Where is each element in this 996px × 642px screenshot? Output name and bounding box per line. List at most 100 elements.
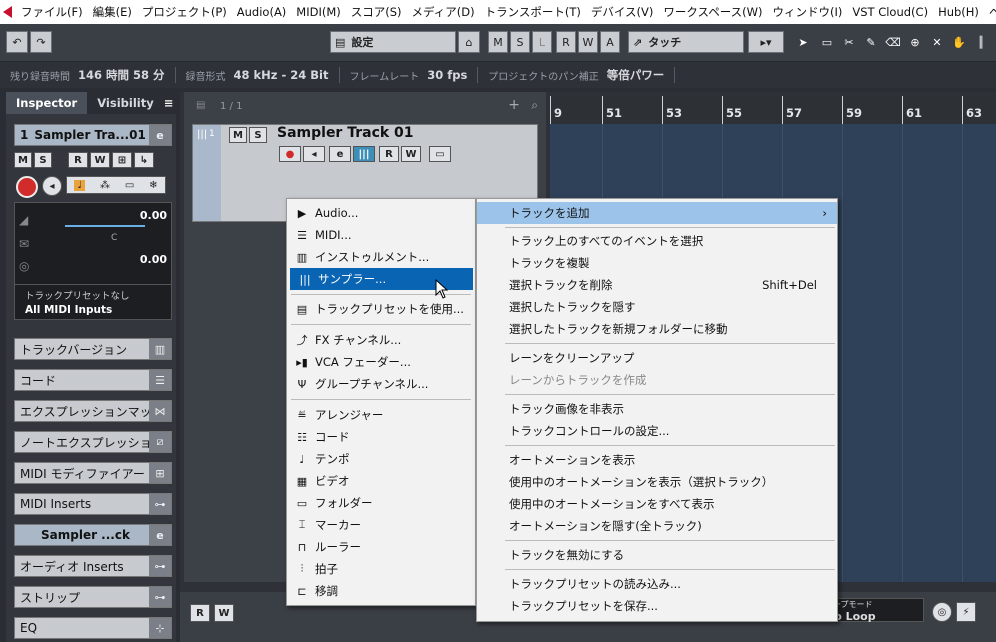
add-track-icon[interactable]: + bbox=[508, 97, 520, 113]
ctx-hide-tracks[interactable]: 選択したトラックを隠す bbox=[477, 296, 837, 318]
read-button[interactable]: R bbox=[68, 152, 88, 168]
ctx-disable-track[interactable]: トラックを無効にする bbox=[477, 544, 837, 566]
track-list-icon[interactable]: ▤ bbox=[196, 100, 205, 111]
camera-icon[interactable]: ⌂ bbox=[458, 31, 480, 53]
menu-score[interactable]: スコア(S) bbox=[346, 4, 407, 20]
ctx-move-to-folder[interactable]: 選択したトラックを新規フォルダーに移動 bbox=[477, 318, 837, 340]
track-record-icon[interactable]: ● bbox=[279, 146, 301, 162]
submenu-signature[interactable]: ⫶ 拍子 bbox=[287, 558, 475, 580]
solo-all-button[interactable]: S bbox=[510, 31, 530, 53]
nudge-icon[interactable]: ▸▾ bbox=[748, 31, 784, 53]
inspector-track-name[interactable]: 1 Sampler Tra...01 e bbox=[14, 124, 172, 146]
track-mute-button[interactable]: M bbox=[229, 127, 247, 143]
track-read-button[interactable]: R bbox=[379, 146, 399, 162]
rec-format-value[interactable]: 48 kHz - 24 Bit bbox=[234, 68, 329, 82]
range-tool-icon[interactable]: ▭ bbox=[816, 31, 838, 53]
submenu-vca-fader[interactable]: ▸▮ VCA フェーダー... bbox=[287, 351, 475, 373]
section-track-versions[interactable]: トラックバージョン ▥ bbox=[14, 338, 172, 360]
track-edit-icon[interactable]: e bbox=[329, 146, 351, 162]
output-icon[interactable]: ↳ bbox=[134, 152, 154, 168]
section-audio-inserts[interactable]: オーディオ Inserts ⊶ bbox=[14, 555, 172, 577]
ctx-add-track[interactable]: トラックを追加 › bbox=[477, 202, 837, 224]
submenu-transpose[interactable]: ⊏ 移調 bbox=[287, 580, 475, 602]
menu-help[interactable]: ヘルプ(L) bbox=[984, 4, 996, 20]
section-expression-map[interactable]: エクスプレッションマップ ⋈ bbox=[14, 400, 172, 422]
lane-icon[interactable]: ▭ bbox=[125, 180, 134, 191]
note-icon[interactable]: ♩ bbox=[74, 179, 86, 191]
menu-file[interactable]: ファイル(F) bbox=[16, 4, 88, 20]
listen-all-button[interactable]: L bbox=[532, 31, 552, 53]
automation-all-button[interactable]: A bbox=[600, 31, 620, 53]
section-midi-inserts[interactable]: MIDI Inserts ⊶ bbox=[14, 493, 172, 515]
automation-mode-dropdown[interactable]: ⇗ タッチ bbox=[628, 31, 744, 53]
ctx-show-used-automation-all[interactable]: 使用中のオートメーションをすべて表示 bbox=[477, 493, 837, 515]
ctx-show-used-automation-selected[interactable]: 使用中のオートメーションを表示（選択トラック） bbox=[477, 471, 837, 493]
monitor-icon[interactable]: ◂ bbox=[42, 176, 62, 196]
menu-transport[interactable]: トランスポート(T) bbox=[480, 4, 586, 20]
submenu-midi[interactable]: ☰ MIDI... bbox=[287, 224, 475, 246]
submenu-folder[interactable]: ▭ フォルダー bbox=[287, 492, 475, 514]
undo-icon[interactable]: ↶ bbox=[6, 31, 28, 53]
section-eq[interactable]: EQ ⊹ bbox=[14, 617, 172, 639]
section-note-expression[interactable]: ノートエクスプレッション ⧄ bbox=[14, 431, 172, 453]
ctx-save-track-preset[interactable]: トラックプリセットを保存... bbox=[477, 595, 837, 617]
track-lanes-icon[interactable]: ▭ bbox=[429, 146, 451, 162]
split-tool-icon[interactable]: ✂ bbox=[838, 31, 860, 53]
trigger-icon[interactable]: ⚡ bbox=[956, 602, 976, 622]
solo-button[interactable]: S bbox=[34, 152, 52, 168]
volume-fader[interactable] bbox=[65, 225, 145, 227]
submenu-arranger[interactable]: ≝ アレンジャー bbox=[287, 404, 475, 426]
menu-vstcloud[interactable]: VST Cloud(C) bbox=[847, 5, 933, 19]
menu-icon[interactable]: ≡ bbox=[164, 96, 180, 110]
edit-instrument-icon[interactable]: e bbox=[149, 125, 171, 145]
menu-audio[interactable]: Audio(A) bbox=[232, 5, 292, 19]
section-strip[interactable]: ストリップ ⊶ bbox=[14, 586, 172, 608]
write-all-button[interactable]: W bbox=[578, 31, 598, 53]
submenu-video[interactable]: ▦ ビデオ bbox=[287, 470, 475, 492]
zoom-tool-icon[interactable]: ⊕ bbox=[904, 31, 926, 53]
track-solo-button[interactable]: S bbox=[249, 127, 267, 143]
midi-input-label[interactable]: All MIDI Inputs bbox=[25, 304, 112, 316]
ctx-track-controls-settings[interactable]: トラックコントロールの設定... bbox=[477, 420, 837, 442]
submenu-audio[interactable]: ▶ Audio... bbox=[287, 202, 475, 224]
menu-window[interactable]: ウィンドウ(I) bbox=[767, 4, 847, 20]
ctx-load-track-preset[interactable]: トラックプリセットの読み込み... bbox=[477, 573, 837, 595]
tab-inspector[interactable]: Inspector bbox=[6, 92, 88, 114]
musical-mode-icon[interactable]: ⁂ bbox=[100, 180, 110, 191]
track-name[interactable]: Sampler Track 01 bbox=[277, 125, 414, 141]
menu-devices[interactable]: デバイス(V) bbox=[586, 4, 659, 20]
write-button[interactable]: W bbox=[90, 152, 110, 168]
submenu-ruler[interactable]: ⊓ ルーラー bbox=[287, 536, 475, 558]
ctx-select-all-events[interactable]: トラック上のすべてのイベントを選択 bbox=[477, 230, 837, 252]
mute-all-button[interactable]: M bbox=[488, 31, 508, 53]
ctx-show-automation[interactable]: オートメーションを表示 bbox=[477, 449, 837, 471]
glue-tool-icon[interactable]: ✎ bbox=[860, 31, 882, 53]
search-icon[interactable]: ⌕ bbox=[531, 98, 538, 113]
menu-project[interactable]: プロジェクト(P) bbox=[137, 4, 232, 20]
record-enable-button[interactable] bbox=[16, 176, 38, 198]
read-button[interactable]: R bbox=[190, 604, 210, 622]
ctx-duplicate-track[interactable]: トラックを複製 bbox=[477, 252, 837, 274]
track-sampler-icon[interactable]: ||| bbox=[353, 146, 375, 162]
track-write-button[interactable]: W bbox=[401, 146, 421, 162]
erase-tool-icon[interactable]: ⌫ bbox=[882, 31, 904, 53]
read-all-button[interactable]: R bbox=[556, 31, 576, 53]
submenu-tempo[interactable]: ♩ テンポ bbox=[287, 448, 475, 470]
submenu-fx-channel[interactable]: ⤴ FX チャンネル... bbox=[287, 329, 475, 351]
freeze-icon[interactable]: ❄ bbox=[149, 180, 157, 191]
mute-button[interactable]: M bbox=[14, 152, 32, 168]
track-preset-label[interactable]: トラックプリセットなし bbox=[25, 288, 130, 302]
tab-visibility[interactable]: Visibility bbox=[87, 92, 163, 114]
submenu-marker[interactable]: ⌶ マーカー bbox=[287, 514, 475, 536]
edit-icon[interactable]: ⊞ bbox=[112, 152, 132, 168]
mute-tool-icon[interactable]: ✕ bbox=[926, 31, 948, 53]
loop-icon[interactable]: ◎ bbox=[932, 602, 952, 622]
submenu-group-channel[interactable]: Ψ グループチャンネル... bbox=[287, 373, 475, 395]
hand-tool-icon[interactable]: ✋ bbox=[948, 31, 970, 53]
timeline-ruler[interactable]: 9 51 53 55 57 59 61 63 bbox=[550, 96, 996, 124]
section-sampler-track[interactable]: Sampler ...ck e bbox=[14, 524, 172, 546]
play-tool-icon[interactable]: ║ bbox=[970, 31, 992, 53]
ctx-hide-track-image[interactable]: トラック画像を非表示 bbox=[477, 398, 837, 420]
write-button[interactable]: W bbox=[214, 604, 234, 622]
menu-hub[interactable]: Hub(H) bbox=[933, 5, 984, 19]
